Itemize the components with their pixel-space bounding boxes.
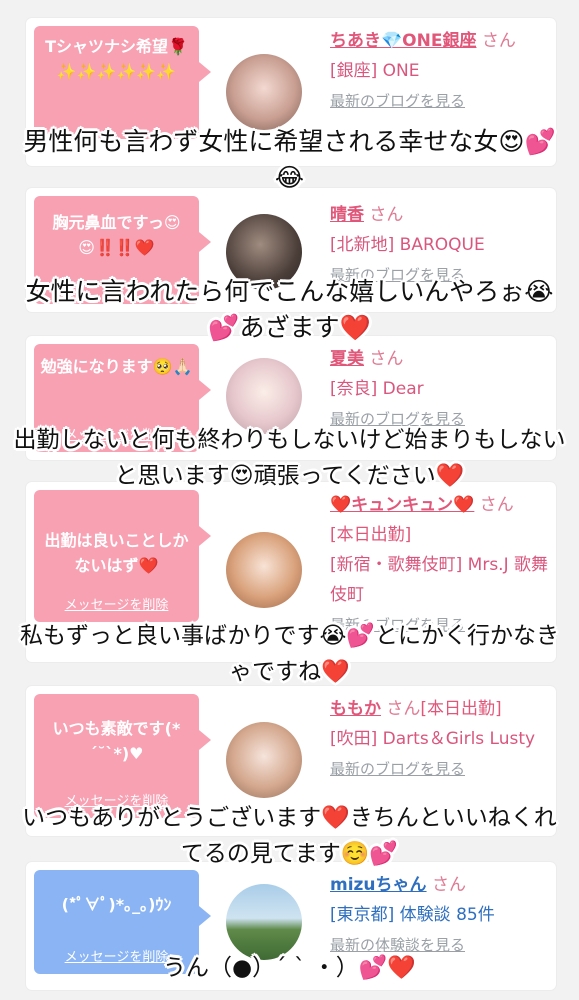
- latest-blog-link[interactable]: 最新のブログを見る: [330, 760, 465, 778]
- status-badge: [本日出勤]: [330, 525, 412, 545]
- honorific: さん: [431, 875, 466, 895]
- honorific: さん: [369, 205, 404, 225]
- status-badge: [本日出勤]: [420, 699, 502, 719]
- sender-info: 夏美 さん [奈良] Dear 最新のブログを見る: [330, 344, 548, 434]
- overlay-caption: うん（●）´ ` ・）💕❤️: [163, 955, 416, 981]
- overlay-caption: 出勤しないと何も終わりもしないけど始まりもしないと思います😍頑張ってください❤️: [13, 427, 566, 489]
- delete-message-link[interactable]: メッセージを削除: [34, 598, 199, 614]
- message-bubble: 出勤は良いことしかないはず❤️ メッセージを削除: [34, 490, 211, 622]
- avatar[interactable]: [226, 722, 302, 798]
- honorific: さん: [481, 31, 516, 51]
- sender-name-link[interactable]: ちあき💎ONE銀座: [330, 31, 476, 51]
- sender-name-link[interactable]: ももか: [330, 699, 381, 719]
- honorific: さん: [479, 495, 514, 515]
- avatar[interactable]: [226, 532, 302, 608]
- message-text: 胸元鼻血ですっ😍😍‼️‼️❤️: [52, 213, 181, 257]
- sender-info: ちあき💎ONE銀座 さん [銀座] ONE 最新のブログを見る: [330, 26, 548, 116]
- sender-name-link[interactable]: 晴香: [330, 205, 364, 225]
- shop-label: [北新地] BAROQUE: [330, 235, 485, 255]
- shop-label: [新宿・歌舞伎町] Mrs.J 歌舞伎町: [330, 555, 549, 605]
- honorific: さん: [386, 699, 421, 719]
- honorific: さん: [369, 349, 404, 369]
- sender-info: ももか さん[本日出勤] [吹田] Darts＆Girls Lusty 最新のブ…: [330, 694, 548, 784]
- message-text: 勉強になります🥺🙏🏻: [40, 357, 193, 376]
- shop-label: [吹田] Darts＆Girls Lusty: [330, 729, 536, 749]
- shop-label: [東京都] 体験談 85件: [330, 905, 495, 925]
- sender-name-link[interactable]: ❤️キュンキュン❤️: [330, 495, 474, 515]
- message-text: いつも素敵です(*´˘`*)♥: [52, 719, 181, 763]
- avatar[interactable]: [226, 54, 302, 130]
- overlay-caption: 男性何も言わず女性に希望される幸せな女😍💕😂: [23, 127, 556, 192]
- sender-name-link[interactable]: 夏美: [330, 349, 364, 369]
- sender-info: mizuちゃん さん [東京都] 体験談 85件 最新の体験談を見る: [330, 870, 548, 960]
- shop-label: [奈良] Dear: [330, 379, 424, 399]
- overlay-caption: いつもありがとうございます❤️きちんといいねくれてるの見てます☺️💕: [22, 805, 557, 867]
- message-text: (*ﾟ∀ﾟ)*｡_｡)ｳﾝ: [61, 895, 172, 914]
- message-text: Tシャツナシ希望🌹✨✨✨✨✨✨: [45, 37, 188, 81]
- message-bubble: Tシャツナシ希望🌹✨✨✨✨✨✨: [34, 26, 211, 139]
- overlay-caption: 私もずっと良い事ばかりです😭💕とにかく行かなきゃですね❤️: [20, 623, 559, 685]
- sender-name-link[interactable]: mizuちゃん: [330, 875, 427, 895]
- message-text: 出勤は良いことしかないはず❤️: [44, 531, 189, 575]
- shop-label: [銀座] ONE: [330, 61, 420, 81]
- overlay-caption: 女性に言われたら何でこんな嬉しいんやろぉ😭💕あざます❤️: [25, 277, 554, 342]
- avatar[interactable]: [226, 884, 302, 960]
- latest-blog-link[interactable]: 最新のブログを見る: [330, 92, 465, 110]
